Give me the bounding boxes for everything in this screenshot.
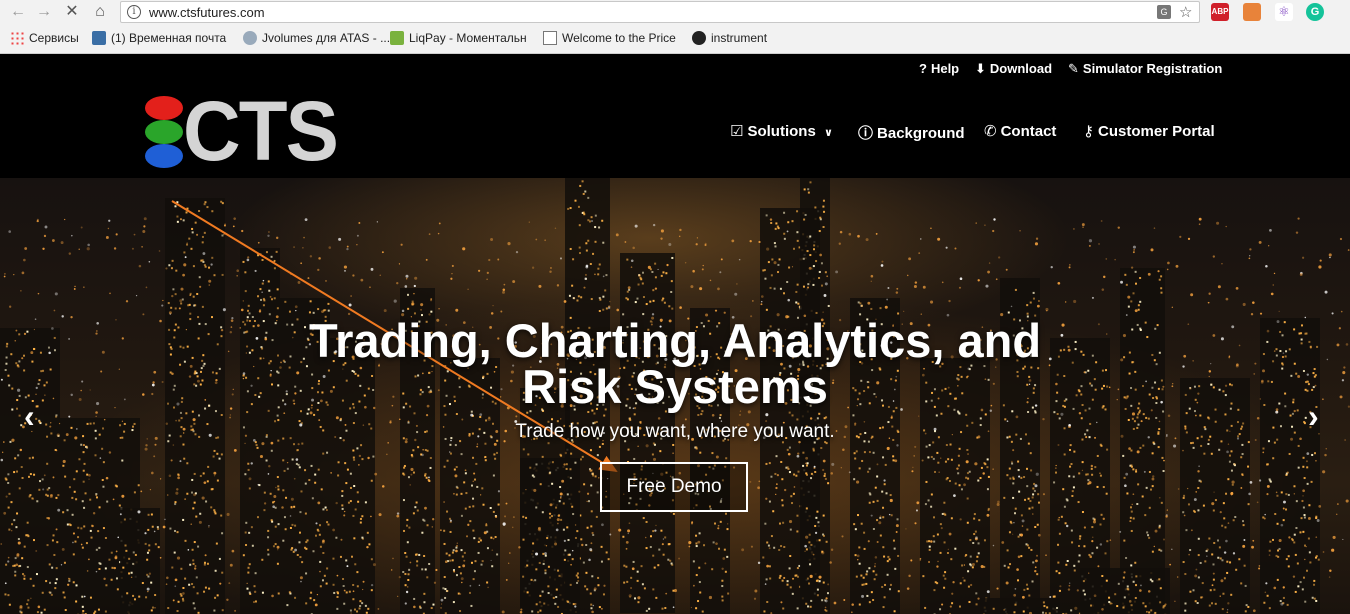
logo-text: CTS xyxy=(183,84,339,178)
bookmark-label: Jvolumes для ATAS - ... xyxy=(262,31,391,45)
phone-icon: ✆ xyxy=(984,123,997,140)
instrument-icon xyxy=(692,31,706,45)
globe-icon xyxy=(243,31,257,45)
green-logo-pill xyxy=(145,120,183,144)
page-icon xyxy=(543,31,557,45)
address-bar[interactable]: i www.ctsfutures.com G ☆ xyxy=(120,1,1200,23)
bookmark-label: (1) Временная почта xyxy=(111,31,227,45)
hero-subheadline: Trade how you want, where you want. xyxy=(515,421,835,442)
checkbox-icon: ☑ xyxy=(730,123,744,140)
bookmark-instrument[interactable]: instrument xyxy=(692,31,767,47)
bookmark-star-icon[interactable]: ☆ xyxy=(1179,3,1192,21)
info-icon: ⓘ xyxy=(858,125,874,142)
nav-customer-portal[interactable]: ⚷ Customer Portal xyxy=(1083,122,1215,140)
grammarly-extension-icon[interactable]: G xyxy=(1306,3,1324,21)
chevron-down-icon: ∨ xyxy=(823,127,833,139)
stop-loading-icon[interactable]: ✕ xyxy=(62,2,82,22)
bookmark-label: Welcome to the Price xyxy=(562,31,676,45)
adblock-extension-icon[interactable]: ABP xyxy=(1211,3,1229,21)
simulator-registration-link[interactable]: ✎ Simulator Registration xyxy=(1068,61,1222,77)
download-icon: ⬇ xyxy=(975,61,986,76)
simulator-registration-label: Simulator Registration xyxy=(1082,61,1223,76)
nav-background[interactable]: ⓘ Background xyxy=(858,122,965,143)
bookmark-apps[interactable]: Сервисы xyxy=(10,31,79,47)
cts-logo[interactable]: CTS xyxy=(145,86,339,176)
carousel-prev-icon[interactable]: ‹ xyxy=(24,400,35,432)
liqpay-icon xyxy=(390,31,404,45)
nav-solutions[interactable]: ☑ Solutions ∨ xyxy=(730,122,833,140)
home-icon[interactable]: ⌂ xyxy=(90,2,110,22)
download-link[interactable]: ⬇ Download xyxy=(975,61,1052,77)
bookmark-liqpay[interactable]: LiqPay - Моментальн xyxy=(390,31,527,47)
question-icon: ? xyxy=(919,61,927,76)
nav-customer-portal-label: Customer Portal xyxy=(1098,123,1215,140)
red-logo-pill xyxy=(145,96,183,120)
free-demo-button[interactable]: Free Demo xyxy=(600,462,748,512)
site-header: CTS ? Help ⬇ Download ✎ Simulator Registrat… xyxy=(0,54,1350,178)
key-icon: ⚷ xyxy=(1083,123,1094,140)
site-info-icon[interactable]: i xyxy=(127,5,141,19)
bookmark-label: LiqPay - Моментальн xyxy=(409,31,527,45)
address-url[interactable]: www.ctsfutures.com xyxy=(149,5,265,20)
help-label: Help xyxy=(930,61,960,76)
nav-contact-label: Contact xyxy=(1000,123,1057,140)
download-label: Download xyxy=(989,61,1053,76)
headline-line-1: Trading, Charting, Analytics, and xyxy=(308,314,1042,367)
hero-headline: Trading, Charting, Analytics, and Risk S… xyxy=(0,314,1350,413)
mail-icon xyxy=(92,31,106,45)
cat-extension-icon[interactable] xyxy=(1243,3,1261,21)
bookmark-jvolumes[interactable]: Jvolumes для ATAS - ... xyxy=(243,31,390,47)
bookmarks-bar: Сервисы (1) Временная почта Jvolumes для… xyxy=(0,24,1350,54)
carousel-next-icon[interactable]: › xyxy=(1308,400,1319,432)
nav-contact[interactable]: ✆ Contact xyxy=(984,122,1056,140)
nav-background-label: Background xyxy=(877,125,965,142)
bookmark-label: Сервисы xyxy=(29,31,79,45)
flask-extension-icon[interactable]: ⚛ xyxy=(1275,3,1293,21)
pencil-icon: ✎ xyxy=(1068,61,1079,76)
nav-solutions-label: Solutions xyxy=(747,123,816,140)
back-arrow-icon[interactable]: ← xyxy=(8,2,28,22)
headline-line-2: Risk Systems xyxy=(522,360,828,413)
browser-toolbar: ← → ✕ ⌂ i www.ctsfutures.com G ☆ ABP ⚛ G xyxy=(0,0,1350,24)
translate-icon[interactable]: G xyxy=(1157,5,1171,19)
help-link[interactable]: ? Help xyxy=(919,61,959,76)
forward-arrow-icon[interactable]: → xyxy=(34,2,54,22)
bookmark-price[interactable]: Welcome to the Price xyxy=(543,31,676,47)
hero-banner: Trading, Charting, Analytics, and Risk S… xyxy=(0,178,1350,614)
bookmark-label: instrument xyxy=(711,31,768,45)
bookmark-mail[interactable]: (1) Временная почта xyxy=(92,31,226,47)
apps-grid-icon xyxy=(10,31,24,45)
blue-logo-pill xyxy=(145,144,183,168)
